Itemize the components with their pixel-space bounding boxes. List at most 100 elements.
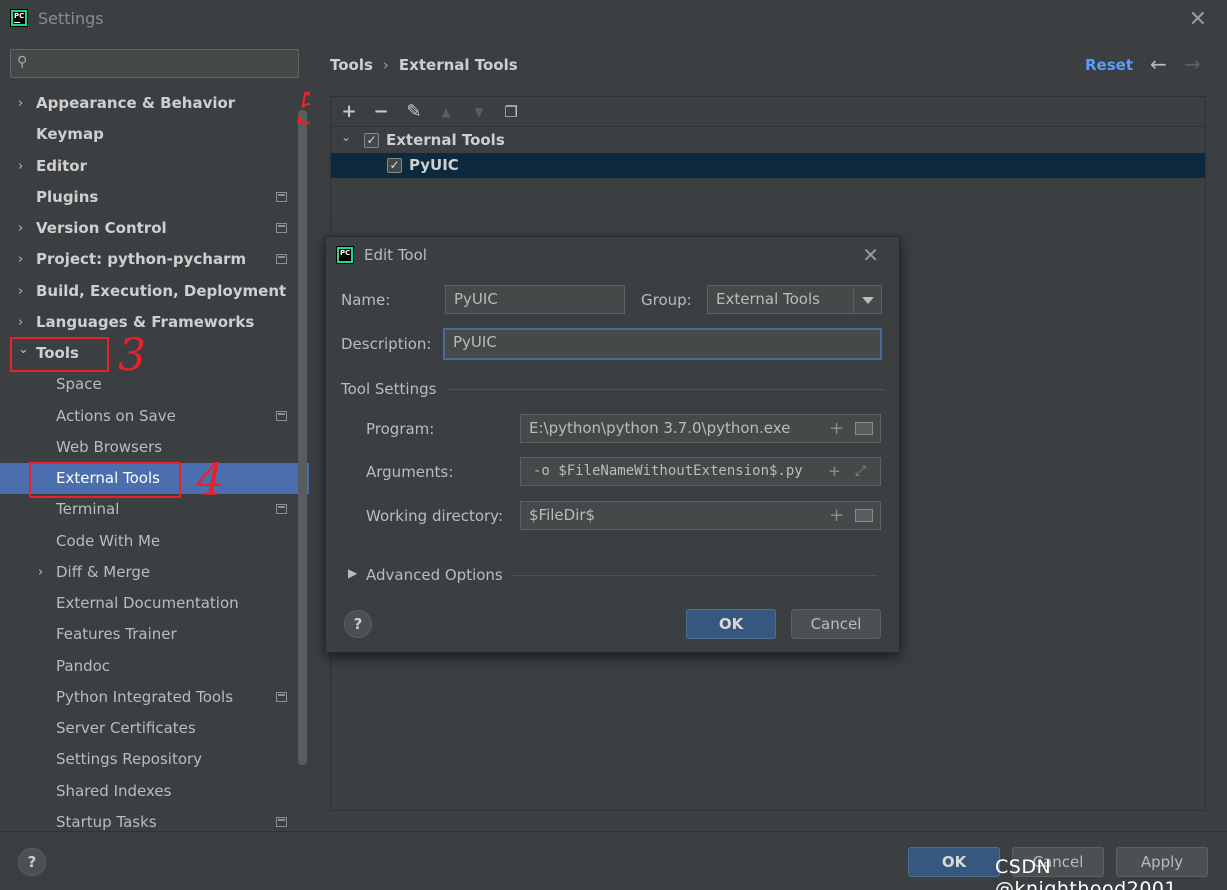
chevron-right-icon: ›	[18, 252, 24, 267]
annotation-box-tools	[10, 337, 109, 372]
working-directory-label: Working directory:	[366, 507, 504, 525]
sidebar-item-version-control[interactable]: › Version Control	[0, 213, 309, 244]
expand-icon[interactable]: ⤢	[855, 458, 866, 485]
edit-pencil-icon[interactable]: ✎	[402, 100, 426, 124]
close-icon[interactable]: ✕	[1189, 7, 1207, 32]
tree-item-pyuic[interactable]: ✓ PyUIC	[331, 153, 1205, 178]
expand-right-icon[interactable]: ▶	[348, 566, 357, 580]
working-directory-value: $FileDir$	[529, 506, 596, 524]
cancel-button[interactable]: Cancel	[791, 609, 881, 639]
breadcrumb-external-tools: External Tools	[398, 56, 518, 74]
description-label: Description:	[341, 335, 432, 353]
chevron-right-icon: ›	[18, 159, 24, 174]
sidebar-item-space[interactable]: Space	[0, 369, 309, 400]
program-label: Program:	[366, 420, 435, 438]
pycharm-logo-icon: PC	[336, 246, 354, 264]
add-icon[interactable]: +	[337, 100, 361, 124]
description-field[interactable]: PyUIC	[443, 328, 882, 360]
insert-macro-icon[interactable]: +	[829, 415, 844, 442]
sidebar-item-external-documentation[interactable]: External Documentation	[0, 588, 309, 619]
sidebar-item-terminal[interactable]: Terminal	[0, 494, 309, 525]
dialog-title: Edit Tool	[364, 246, 427, 264]
help-icon[interactable]: ?	[18, 848, 46, 876]
back-arrow-icon[interactable]: ←	[1150, 52, 1167, 76]
tool-checkbox[interactable]: ✓	[387, 158, 402, 173]
sidebar-item-appearance-behavior[interactable]: › Appearance & Behavior	[0, 88, 309, 119]
remove-icon[interactable]: −	[369, 100, 393, 124]
dropdown-arrow-icon[interactable]	[853, 286, 881, 313]
annotation-box-external-tools	[29, 462, 181, 498]
insert-macro-icon[interactable]: +	[829, 458, 840, 485]
sidebar-item-pandoc[interactable]: Pandoc	[0, 651, 309, 682]
chevron-right-icon: ›	[18, 284, 24, 299]
forward-arrow-icon[interactable]: →	[1184, 52, 1201, 76]
insert-macro-icon[interactable]: +	[829, 502, 844, 529]
group-combobox[interactable]: External Tools	[707, 285, 882, 314]
pycharm-logo-icon: PC	[10, 9, 28, 27]
sidebar-item-shared-indexes[interactable]: Shared Indexes	[0, 776, 309, 807]
settings-ok-button[interactable]: OK	[908, 847, 1000, 877]
reset-link[interactable]: Reset	[1085, 56, 1133, 74]
advanced-options-toggle[interactable]: Advanced Options	[366, 566, 503, 584]
sidebar-item-keymap[interactable]: Keymap	[0, 119, 309, 150]
move-down-icon[interactable]: ▼	[467, 100, 491, 124]
close-icon[interactable]: ✕	[862, 243, 879, 267]
name-field[interactable]: PyUIC	[445, 285, 625, 314]
chevron-right-icon: ›	[38, 565, 44, 580]
sidebar-item-plugins[interactable]: Plugins	[0, 182, 309, 213]
breadcrumb-separator: ›	[382, 56, 389, 74]
sidebar-item-code-with-me[interactable]: Code With Me	[0, 526, 309, 557]
program-field-value: E:\python\python 3.7.0\python.exe	[529, 419, 791, 437]
sidebar-item-diff-merge[interactable]: › Diff & Merge	[0, 557, 309, 588]
sidebar-item-build-execution-deployment[interactable]: › Build, Execution, Deployment	[0, 276, 309, 307]
project-level-icon	[276, 817, 287, 827]
sidebar-item-server-certificates[interactable]: Server Certificates	[0, 713, 309, 744]
sidebar-item-languages-frameworks[interactable]: › Languages & Frameworks	[0, 307, 309, 338]
tool-settings-heading: Tool Settings	[341, 380, 437, 398]
breadcrumb: Tools › External Tools	[330, 56, 518, 74]
section-divider	[448, 389, 885, 390]
sidebar-item-editor[interactable]: › Editor	[0, 151, 309, 182]
chevron-right-icon: ›	[18, 96, 24, 111]
folder-icon[interactable]	[855, 422, 873, 435]
folder-icon[interactable]	[855, 509, 873, 522]
ok-button[interactable]: OK	[686, 609, 776, 639]
edit-tool-dialog: PC Edit Tool ✕ Name: PyUIC Group: Extern…	[325, 236, 900, 653]
sidebar-item-web-browsers[interactable]: Web Browsers	[0, 432, 309, 463]
arguments-label: Arguments:	[366, 463, 454, 481]
sidebar-item-project[interactable]: › Project: python-pycharm	[0, 244, 309, 275]
arguments-field[interactable]: -o $FileNameWithoutExtension$.py + ⤢	[520, 457, 881, 486]
group-label: Group:	[641, 291, 692, 309]
chevron-down-icon[interactable]: ⌄	[341, 125, 351, 150]
working-directory-field[interactable]: $FileDir$ +	[520, 501, 881, 530]
sidebar-item-features-trainer[interactable]: Features Trainer	[0, 619, 309, 650]
group-checkbox[interactable]: ✓	[364, 133, 379, 148]
annotation-number-3: 3	[118, 330, 146, 381]
tree-group-external-tools[interactable]: ⌄ ✓ External Tools	[331, 128, 1205, 153]
search-icon: ⚲	[17, 54, 28, 70]
project-level-icon	[276, 254, 287, 264]
move-up-icon[interactable]: ▲	[434, 100, 458, 124]
group-combobox-value: External Tools	[716, 290, 820, 308]
watermark-text: CSDN @knighthood2001	[995, 856, 1178, 890]
sidebar-item-actions-on-save[interactable]: Actions on Save	[0, 401, 309, 432]
breadcrumb-tools: Tools	[330, 56, 373, 74]
sidebar-scrollbar[interactable]	[298, 110, 307, 765]
chevron-right-icon: ›	[18, 221, 24, 236]
sidebar-item-python-integrated-tools[interactable]: Python Integrated Tools	[0, 682, 309, 713]
program-field[interactable]: E:\python\python 3.7.0\python.exe +	[520, 414, 881, 443]
annotation-number-4: 4	[196, 455, 224, 506]
help-icon[interactable]: ?	[344, 610, 372, 638]
title-bar: PC Settings ✕	[0, 0, 1227, 36]
window-title: Settings	[38, 9, 104, 28]
settings-search-input[interactable]: ⚲	[10, 49, 299, 78]
arguments-field-value: -o $FileNameWithoutExtension$.py	[533, 463, 803, 479]
copy-icon[interactable]: ❐	[499, 100, 523, 124]
project-level-icon	[276, 504, 287, 514]
sidebar-item-settings-repository[interactable]: Settings Repository	[0, 744, 309, 775]
name-label: Name:	[341, 291, 391, 309]
project-level-icon	[276, 411, 287, 421]
section-divider	[511, 575, 877, 576]
sidebar-item-startup-tasks[interactable]: Startup Tasks	[0, 807, 309, 833]
project-level-icon	[276, 692, 287, 702]
